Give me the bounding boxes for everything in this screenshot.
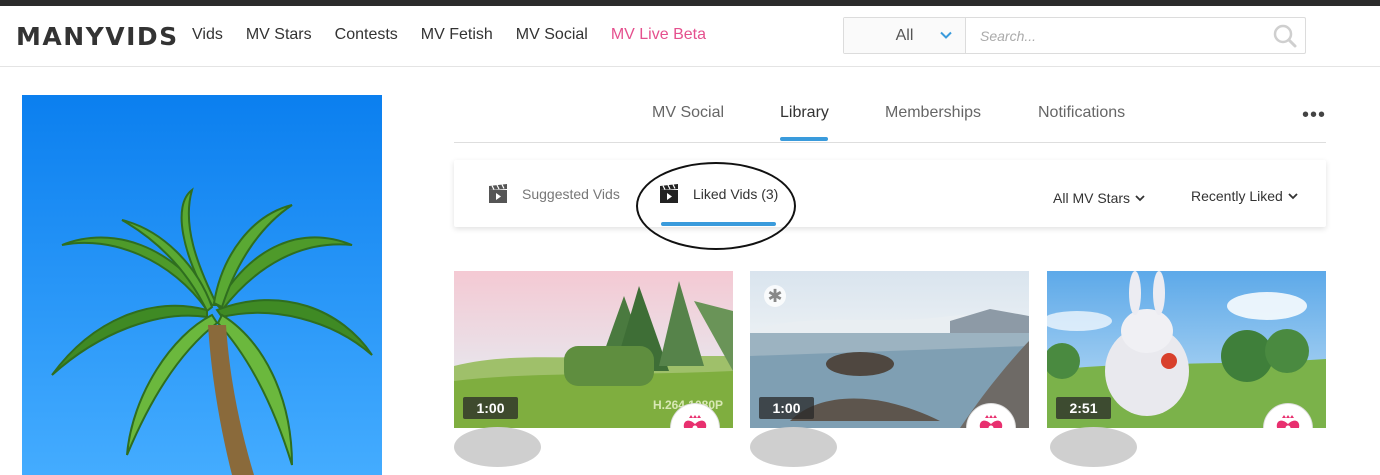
search-input[interactable] — [966, 18, 1265, 53]
clapperboard-icon — [659, 184, 681, 204]
tab-notifications[interactable]: Notifications — [1038, 104, 1125, 122]
main-nav: Vids MV Stars Contests MV Fetish MV Soci… — [192, 26, 729, 44]
video-thumbnail[interactable]: ✱ 1:00 — [750, 271, 1029, 428]
subtab-liked-vids[interactable]: Liked Vids (3) — [659, 184, 778, 204]
tab-mv-social[interactable]: MV Social — [652, 104, 724, 122]
header: MANYVIDS Vids MV Stars Contests MV Fetis… — [0, 6, 1380, 67]
profile-cover-image — [22, 95, 382, 475]
library-subnav: Suggested Vids Liked Vids (3) All MV Sta… — [454, 160, 1326, 227]
palm-tree-image — [22, 95, 382, 475]
subtab-suggested-vids[interactable]: Suggested Vids — [488, 184, 620, 204]
video-duration: 2:51 — [1056, 397, 1111, 419]
mv-stars-filter-dropdown[interactable]: All MV Stars — [1053, 190, 1145, 206]
nav-item-mv-stars[interactable]: MV Stars — [246, 26, 312, 44]
mv-stars-filter-label: All MV Stars — [1053, 190, 1131, 206]
more-options-button[interactable]: ••• — [1302, 104, 1326, 127]
tab-library[interactable]: Library — [780, 104, 829, 122]
sort-label: Recently Liked — [1191, 188, 1283, 204]
search-icon — [1273, 24, 1297, 47]
video-thumbnail[interactable]: 2:51 — [1047, 271, 1326, 428]
video-duration: 1:00 — [759, 397, 814, 419]
logo[interactable]: MANYVIDS — [16, 22, 179, 51]
clapperboard-icon — [488, 184, 510, 204]
chevron-down-icon — [1135, 195, 1145, 202]
asterisk-icon: ✱ — [764, 285, 786, 307]
nav-item-vids[interactable]: Vids — [192, 26, 223, 44]
search-bar: All — [843, 17, 1306, 54]
creator-name-placeholder — [750, 427, 837, 467]
subtab-suggested-label: Suggested Vids — [522, 186, 620, 202]
nav-item-mv-social[interactable]: MV Social — [516, 26, 588, 44]
nav-item-mv-fetish[interactable]: MV Fetish — [421, 26, 493, 44]
active-subtab-indicator — [661, 222, 776, 226]
creator-name-placeholder — [454, 427, 541, 467]
library-tabs: MV Social Library Memberships Notificati… — [454, 96, 1326, 143]
video-duration: 1:00 — [463, 397, 518, 419]
search-button[interactable] — [1265, 18, 1305, 53]
nav-item-mv-live-beta[interactable]: MV Live Beta — [611, 26, 706, 44]
search-category-select[interactable]: All — [844, 18, 966, 53]
nav-item-contests[interactable]: Contests — [335, 26, 398, 44]
chevron-down-icon — [1288, 193, 1298, 200]
creator-name-placeholder — [1050, 427, 1137, 467]
active-tab-indicator — [780, 137, 828, 141]
tab-memberships[interactable]: Memberships — [885, 104, 981, 122]
video-thumbnail[interactable]: H.264 1080P 1:00 — [454, 271, 733, 428]
chevron-down-icon — [940, 31, 952, 39]
sort-dropdown[interactable]: Recently Liked — [1191, 188, 1298, 204]
search-category-value: All — [895, 26, 914, 44]
subtab-liked-label: Liked Vids (3) — [693, 186, 779, 202]
